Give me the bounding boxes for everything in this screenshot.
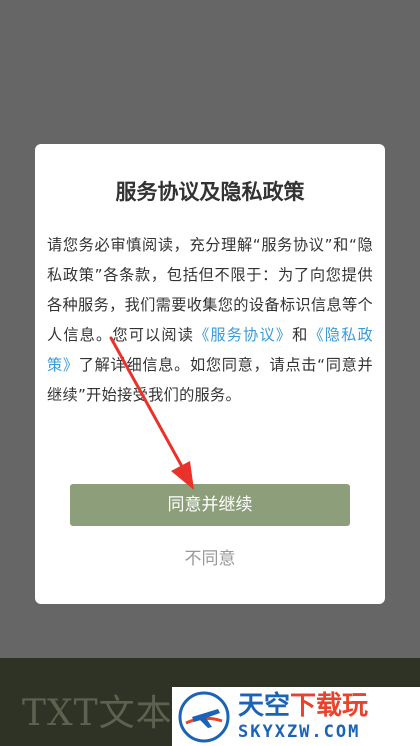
site-watermark: 天空下载玩 SKYXZW.COM — [172, 687, 420, 746]
watermark-subtitle: SKYXZW.COM — [238, 722, 361, 742]
airplane-logo-icon — [178, 691, 230, 743]
watermark-title: 天空下载玩 — [238, 691, 368, 721]
service-agreement-link[interactable]: 《服务协议》 — [194, 326, 292, 344]
agree-continue-button[interactable]: 同意并继续 — [70, 484, 350, 526]
watermark-title-part2: 下载玩 — [290, 691, 369, 721]
dialog-title: 服务协议及隐私政策 — [115, 180, 305, 204]
dialog-body: 请您务必审慎阅读，充分理解“服务协议”和“隐私政策”各条款，包括但不限于：为了向… — [47, 230, 373, 410]
body-text-2: 和 — [292, 326, 309, 344]
background-bottom-text: TXT文本 — [22, 693, 173, 734]
watermark-title-part1: 天空 — [238, 691, 291, 721]
body-text-3: 了解详细信息。如您同意，请点击“同意并继续”开始接受我们的服务。 — [47, 356, 373, 404]
privacy-dialog: 服务协议及隐私政策 请您务必审慎阅读，充分理解“服务协议”和“隐私政策”各条款，… — [35, 144, 385, 604]
disagree-button[interactable]: 不同意 — [35, 544, 385, 574]
